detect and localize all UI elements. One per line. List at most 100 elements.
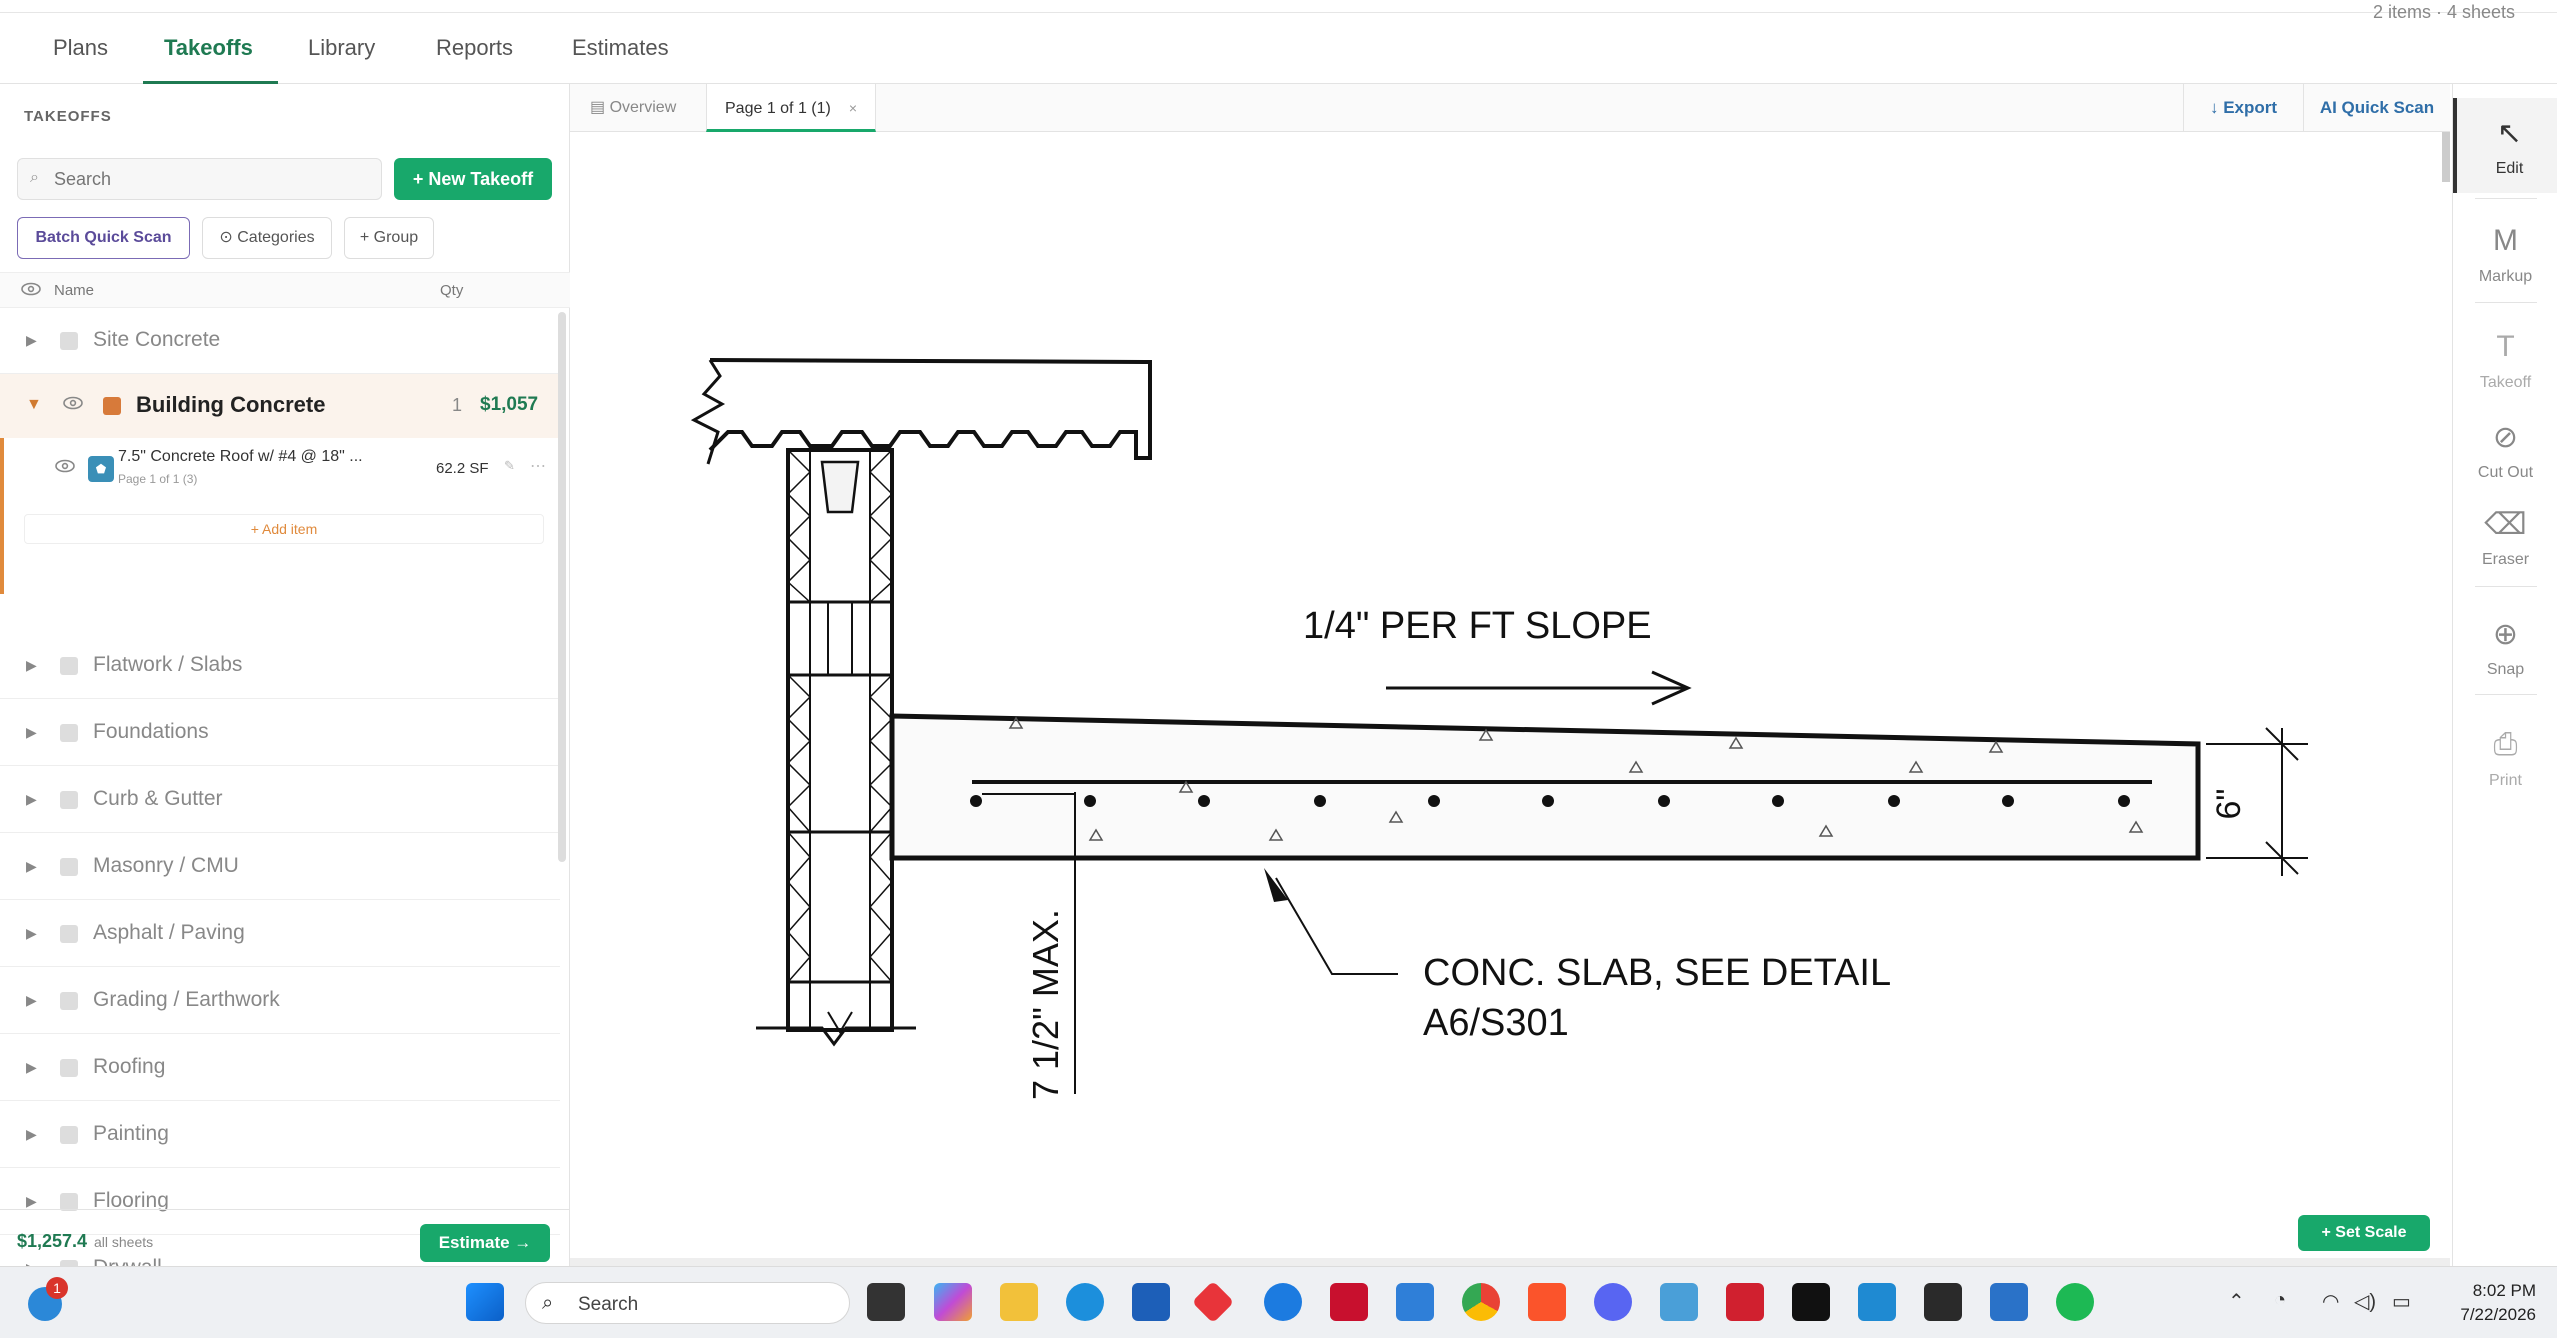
group-color-swatch <box>60 724 78 742</box>
tab-overview[interactable]: ▤ Overview <box>590 84 676 132</box>
group-row-masonry[interactable]: ▶ Masonry / CMU <box>0 834 560 900</box>
task-view-icon[interactable] <box>867 1283 905 1321</box>
tool-divider <box>2475 586 2537 587</box>
notepad-icon[interactable] <box>1990 1283 2028 1321</box>
add-group-button[interactable]: + Group <box>344 217 434 259</box>
group-item-count: 1 <box>452 395 463 415</box>
edge-browser-icon[interactable] <box>1066 1283 1104 1321</box>
store-icon[interactable] <box>1132 1283 1170 1321</box>
tool-snap[interactable]: ⊕ Snap <box>2453 599 2557 694</box>
file-explorer-icon[interactable] <box>1000 1283 1038 1321</box>
edit-pencil-icon[interactable]: ✎ <box>504 458 515 474</box>
nav-tab-library[interactable]: Library <box>308 35 375 61</box>
group-row-asphalt[interactable]: ▶ Asphalt / Paving <box>0 901 560 967</box>
group-row-roofing[interactable]: ▶ Roofing <box>0 1035 560 1101</box>
expand-arrow-icon[interactable]: ▶ <box>26 657 37 674</box>
vscode-icon[interactable] <box>1858 1283 1896 1321</box>
eye-icon[interactable] <box>20 281 42 297</box>
tab-page-label: Page 1 of 1 (1) <box>725 100 831 117</box>
close-tab-icon[interactable]: × <box>849 100 857 116</box>
more-options-icon[interactable]: ⋯ <box>530 456 546 476</box>
takeoff-search[interactable]: ⌕ <box>17 158 382 200</box>
takeoff-item-qty: 62.2 SF <box>436 460 489 477</box>
group-color-swatch <box>60 791 78 809</box>
search-input[interactable] <box>54 165 364 193</box>
os-taskbar: 1 ⌕ Search ⌃ ◔ ◠ ◁) ▭ 8:02 PM 7/22/2026 <box>0 1266 2557 1338</box>
group-row-painting[interactable]: ▶ Painting <box>0 1102 560 1168</box>
spotify-icon[interactable] <box>2056 1283 2094 1321</box>
tool-markup[interactable]: M Markup <box>2453 206 2557 301</box>
new-takeoff-button[interactable]: + New Takeoff <box>394 158 552 200</box>
eye-icon[interactable] <box>62 395 84 411</box>
export-button[interactable]: ↓ Export <box>2183 84 2303 132</box>
group-label: Masonry / CMU <box>93 854 239 877</box>
speaker-icon[interactable]: ◁) <box>2354 1289 2376 1314</box>
brave-icon[interactable] <box>1528 1283 1566 1321</box>
group-header[interactable]: ▼ Building Concrete 1 $1,057 <box>0 374 560 438</box>
canvas-horizontal-scrollbar[interactable] <box>570 1258 2450 1266</box>
group-row-site-concrete[interactable]: ▶ Site Concrete <box>0 308 560 374</box>
cut-out-icon: ⊘ <box>2492 421 2519 454</box>
cursor-app-icon[interactable] <box>1792 1283 1830 1321</box>
taskbar-search-label: Search <box>578 1294 639 1315</box>
expand-arrow-icon[interactable]: ▶ <box>26 1193 37 1210</box>
remote-desktop-icon[interactable] <box>1660 1283 1698 1321</box>
canvas-vertical-scrollbar[interactable] <box>2442 132 2450 182</box>
expand-arrow-icon[interactable]: ▶ <box>26 925 37 942</box>
group-row-flatwork[interactable]: ▶ Flatwork / Slabs <box>0 633 560 699</box>
tool-edit[interactable]: ↖ Edit <box>2453 98 2557 193</box>
wifi-icon[interactable]: ◠ <box>2322 1289 2339 1314</box>
chrome-icon[interactable] <box>1462 1283 1500 1321</box>
expand-arrow-icon[interactable]: ▶ <box>26 858 37 875</box>
takeoff-item[interactable]: ⬟ 7.5" Concrete Roof w/ #4 @ 18" ... Pag… <box>4 438 560 502</box>
group-row-grading[interactable]: ▶ Grading / Earthwork <box>0 968 560 1034</box>
nav-tab-reports[interactable]: Reports <box>436 35 513 61</box>
expand-arrow-icon[interactable]: ▶ <box>26 992 37 1009</box>
expand-arrow-icon[interactable]: ▶ <box>26 1126 37 1143</box>
battery-icon[interactable]: ▭ <box>2392 1289 2411 1314</box>
nav-tab-takeoffs[interactable]: Takeoffs <box>164 35 253 61</box>
group-row-foundations[interactable]: ▶ Foundations <box>0 700 560 766</box>
expand-arrow-icon[interactable]: ▶ <box>26 791 37 808</box>
tool-cut-out[interactable]: ⊘ Cut Out <box>2453 402 2557 497</box>
tray-alert-icon[interactable]: ◔ <box>2274 1289 2286 1312</box>
opera-icon[interactable] <box>1726 1283 1764 1321</box>
expand-arrow-icon[interactable]: ▶ <box>26 724 37 741</box>
plan-canvas[interactable]: 6" 7 1/2" MAX. 1/4" PER FT SLOPE CONC. S… <box>570 132 2450 1266</box>
collapse-arrow-icon[interactable]: ▼ <box>26 396 42 414</box>
clock-time[interactable]: 8:02 PM <box>2448 1281 2536 1301</box>
group-row-curb-gutter[interactable]: ▶ Curb & Gutter <box>0 767 560 833</box>
panel-scrollbar[interactable] <box>558 312 566 862</box>
copilot-icon[interactable] <box>934 1283 972 1321</box>
snap-crosshair-icon: ⊕ <box>2492 618 2519 651</box>
tool-label: Snap <box>2486 661 2525 678</box>
nav-tab-plans[interactable]: Plans <box>53 35 108 61</box>
terminal-icon[interactable] <box>1924 1283 1962 1321</box>
batch-quick-scan-button[interactable]: Batch Quick Scan <box>17 217 190 259</box>
tool-print[interactable]: ⎙ Print <box>2453 710 2557 805</box>
tool-takeoff[interactable]: T Takeoff <box>2453 312 2557 407</box>
discord-icon[interactable] <box>1594 1283 1632 1321</box>
expand-arrow-icon[interactable]: ▶ <box>26 1059 37 1076</box>
group-label: Building Concrete <box>136 392 326 417</box>
help-icon[interactable] <box>1264 1283 1302 1321</box>
group-color-swatch <box>103 397 121 415</box>
nav-tab-estimates[interactable]: Estimates <box>572 35 669 61</box>
mcafee-icon[interactable] <box>1330 1283 1368 1321</box>
set-scale-button[interactable]: + Set Scale <box>2298 1215 2430 1251</box>
tool-eraser[interactable]: ⌫ Eraser <box>2453 489 2557 584</box>
taskbar-search[interactable]: ⌕ Search <box>525 1282 850 1324</box>
tray-chevron-up-icon[interactable]: ⌃ <box>2228 1289 2245 1314</box>
categories-button[interactable]: ⊙ Categories <box>202 217 332 259</box>
ai-quick-scan-button[interactable]: AI Quick Scan <box>2303 84 2450 132</box>
app-diamond-icon[interactable] <box>1191 1280 1235 1324</box>
tab-page[interactable]: Page 1 of 1 (1) × <box>706 84 876 132</box>
takeoffs-panel: TAKEOFFS ⌕ + New Takeoff Batch Quick Sca… <box>0 84 570 1302</box>
outlook-icon[interactable] <box>1396 1283 1434 1321</box>
add-item-button[interactable]: + Add item <box>24 514 544 544</box>
clock-date[interactable]: 7/22/2026 <box>2448 1305 2536 1325</box>
expand-arrow-icon[interactable]: ▶ <box>26 332 37 349</box>
start-menu-icon[interactable] <box>466 1283 504 1321</box>
eye-icon[interactable] <box>54 458 76 474</box>
estimate-button[interactable]: Estimate → <box>420 1224 550 1262</box>
